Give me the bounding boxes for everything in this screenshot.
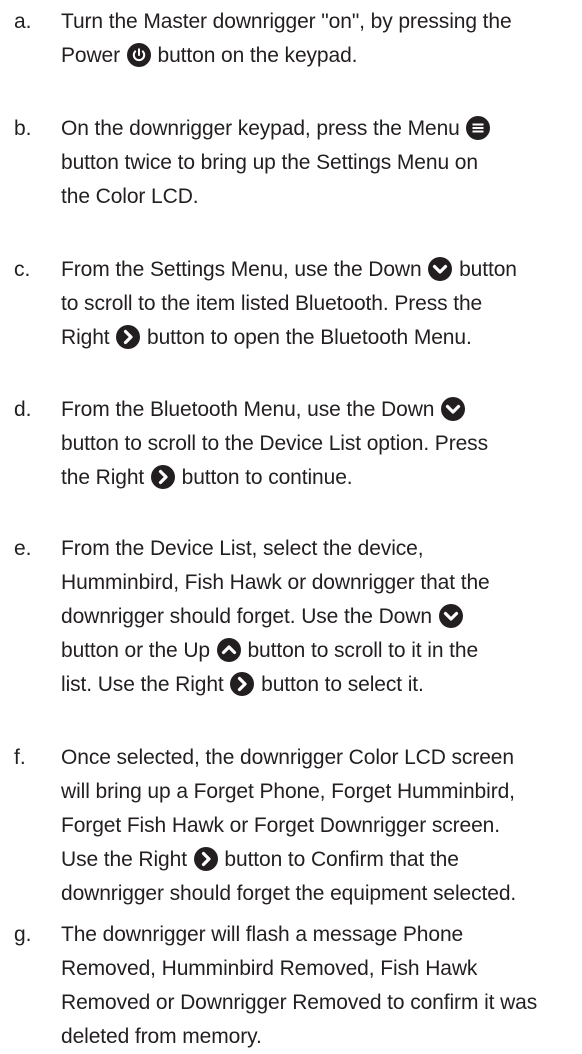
step-text: On the downrigger keypad, press the Menu… [61,112,581,214]
step-text-segment: button to select it. [255,673,424,696]
step-text-line: to scroll to the item listed Bluetooth. … [61,287,581,321]
step-text-segment: Power [61,44,126,67]
step-text-segment: Removed or Downrigger Removed to confirm… [61,991,538,1014]
step-text-segment: From the Settings Menu, use the Down [61,258,428,281]
step-text-line: Right button to open the Bluetooth Menu. [61,321,581,355]
step-text-segment: button to continue. [175,466,353,489]
step-text-line: Once selected, the downrigger Color LCD … [61,741,581,775]
step-text-line: Turn the Master downrigger "on", by pres… [61,5,581,39]
step-text-segment: From the Bluetooth Menu, use the Down [61,398,441,421]
step-text-segment: Use the Right [61,848,193,871]
chevron-down-icon [438,604,463,628]
step-text-line: the Right button to continue. [61,461,581,495]
step-letter: e. [14,537,32,560]
step-text-line: button to scroll to the Device List opti… [61,427,581,461]
step-text-line: From the Device List, select the device, [61,532,581,566]
chevron-right-icon [230,672,255,696]
step-text: Once selected, the downrigger Color LCD … [61,741,581,911]
step-text-segment: list. Use the Right [61,673,230,696]
step-text-segment: From the Device List, select the device, [61,537,424,560]
step-text: From the Settings Menu, use the Down but… [61,253,581,355]
chevron-right-icon [116,325,141,349]
power-icon [126,43,151,67]
step-text-segment: Humminbird, Fish Hawk or downrigger that… [61,571,490,594]
step-text-segment: button twice to bring up the Settings Me… [61,151,478,174]
chevron-right-icon [193,847,218,871]
step-text-segment: the Right [61,466,150,489]
chevron-right-icon [150,465,175,489]
step-text-line: Use the Right button to Confirm that the [61,843,581,877]
step-letter: f. [14,746,26,769]
step-text-segment: On the downrigger keypad, press the Menu [61,117,466,140]
step-letter: c. [14,258,31,281]
step-text: The downrigger will flash a message Phon… [61,918,581,1054]
menu-icon [466,116,491,140]
step-text-segment: button to Confirm that the [218,848,459,871]
step-text-line: the Color LCD. [61,180,581,214]
step-text-segment: Right [61,326,116,349]
step-text-line: will bring up a Forget Phone, Forget Hum… [61,775,581,809]
step-text-segment: will bring up a Forget Phone, Forget Hum… [61,780,515,803]
step-text-segment: to scroll to the item listed Bluetooth. … [61,292,483,315]
step-text-segment: button to open the Bluetooth Menu. [141,326,472,349]
step-letter: a. [14,10,32,33]
step-text-line: downrigger should forget the equipment s… [61,877,581,911]
step-text-line: On the downrigger keypad, press the Menu [61,112,581,146]
step-text-segment: deleted from memory. [61,1025,262,1048]
step-text-line: button or the Up button to scroll to it … [61,634,581,668]
step-text-segment: Once selected, the downrigger Color LCD … [61,746,514,769]
step-text-line: From the Bluetooth Menu, use the Down [61,393,581,427]
step-text-segment: button to scroll to it in the [241,639,479,662]
step-text: From the Device List, select the device,… [61,532,581,702]
step-text-segment: button [453,258,517,281]
step-text-line: The downrigger will flash a message Phon… [61,918,581,952]
step-text-segment: The downrigger will flash a message Phon… [61,923,464,946]
chevron-down-icon [428,257,453,281]
step-text-segment: button or the Up [61,639,216,662]
step-text-line: Removed or Downrigger Removed to confirm… [61,986,581,1020]
step-text-line: downrigger should forget. Use the Down [61,600,581,634]
step-text-segment: downrigger should forget. Use the Down [61,605,438,628]
chevron-down-icon [441,397,466,421]
step-letter: g. [14,923,32,946]
step-text-segment: button to scroll to the Device List opti… [61,432,488,455]
step-text-segment: Turn the Master downrigger "on", by pres… [61,10,512,33]
step-text-segment: the Color LCD. [61,185,199,208]
step-text-line: list. Use the Right button to select it. [61,668,581,702]
step-letter: d. [14,398,32,421]
step-text-line: From the Settings Menu, use the Down but… [61,253,581,287]
chevron-up-icon [216,638,241,662]
step-letter: b. [14,117,32,140]
step-text-line: Forget Fish Hawk or Forget Downrigger sc… [61,809,581,843]
step-text-line: deleted from memory. [61,1020,581,1054]
step-text: Turn the Master downrigger "on", by pres… [61,5,581,73]
step-text-segment: downrigger should forget the equipment s… [61,882,517,905]
step-text-segment: Forget Fish Hawk or Forget Downrigger sc… [61,814,500,837]
step-text-line: button twice to bring up the Settings Me… [61,146,581,180]
step-text-line: Removed, Humminbird Removed, Fish Hawk [61,952,581,986]
step-text-line: Humminbird, Fish Hawk or downrigger that… [61,566,581,600]
step-text-segment: button on the keypad. [151,44,358,67]
step-text-line: Power button on the keypad. [61,39,581,73]
step-text-segment: Removed, Humminbird Removed, Fish Hawk [61,957,478,980]
step-text: From the Bluetooth Menu, use the Down bu… [61,393,581,495]
